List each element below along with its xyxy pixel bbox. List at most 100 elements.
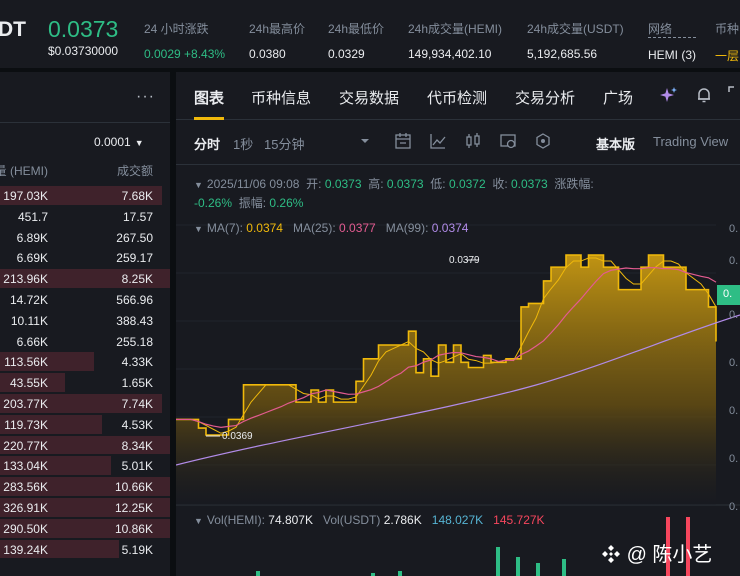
order-total: 388.43 — [116, 313, 153, 328]
order-amount: 6.66K — [16, 334, 48, 349]
order-book-row[interactable]: 197.03K 7.68K — [0, 185, 170, 206]
collapse-caret-icon[interactable]: ▼ — [194, 224, 203, 234]
order-book-row[interactable]: 43.55K 1.65K — [0, 372, 170, 393]
order-amount: 326.91K — [3, 500, 48, 515]
volume-bar — [398, 571, 402, 576]
order-amount: 203.77K — [3, 396, 48, 411]
timeframe-line[interactable]: 分时 — [194, 134, 220, 153]
tab-square[interactable]: 广场 — [603, 87, 633, 108]
collapse-caret-icon[interactable]: ▼ — [194, 180, 203, 190]
tab-token-check[interactable]: 代币检测 — [427, 87, 487, 108]
last-price: 0.0373 — [48, 16, 119, 42]
timeframe-dropdown-icon[interactable] — [360, 137, 370, 145]
order-book-row[interactable]: 220.77K 8.34K — [0, 435, 170, 456]
candlestick-icon[interactable] — [464, 132, 482, 150]
order-amount: 43.55K — [9, 376, 48, 391]
order-amount: 119.73K — [4, 417, 48, 432]
tab-chart[interactable]: 图表 — [194, 87, 224, 108]
fullscreen-icon[interactable] — [728, 86, 740, 104]
tab-trade-analysis[interactable]: 交易分析 — [515, 87, 575, 108]
order-book-row[interactable]: 6.69K 259.17 — [0, 247, 170, 268]
timeframe-1s[interactable]: 1秒 — [233, 134, 253, 153]
stat-network[interactable]: 网络 HEMI (3) — [648, 20, 696, 62]
order-book-row[interactable]: 119.73K 4.53K — [0, 414, 170, 435]
order-amount: 290.50K — [3, 521, 48, 536]
y-axis-label: 0. — [729, 501, 739, 513]
order-total: 8.34K — [121, 438, 153, 453]
precision-select[interactable]: 0.0001 ▼ — [94, 135, 144, 149]
volume-bar — [562, 559, 566, 576]
trading-pair[interactable]: DT — [0, 18, 26, 42]
order-book-row[interactable]: 139.24K 5.19K — [0, 539, 170, 560]
order-total: 8.25K — [121, 272, 153, 287]
current-price-tag: 0. — [717, 285, 740, 305]
author-watermark: @ 陈小艺 — [601, 538, 712, 567]
volume-bar — [496, 547, 500, 576]
volume-legend: ▼ Vol(HEMI): 74.807K Vol(USDT) 2.786K 148… — [194, 513, 545, 527]
hexagon-settings-icon[interactable] — [534, 132, 552, 150]
order-total: 7.68K — [121, 189, 153, 203]
order-book-row[interactable]: 290.50K 10.86K — [0, 518, 170, 539]
order-total: 259.17 — [116, 251, 153, 266]
bell-icon[interactable] — [695, 86, 713, 104]
order-total: 12.25K — [114, 500, 153, 515]
order-total: 255.18 — [116, 334, 153, 349]
ticker-header: DT 0.0373 $0.03730000 24 小时涨跌 0.0029 +8.… — [0, 0, 740, 68]
order-book-row[interactable]: 6.89K 267.50 — [0, 227, 170, 248]
order-amount: 197.03K — [3, 189, 48, 203]
chart-toolbar: 分时 1秒 15分钟 基本版 Trading View — [176, 120, 740, 164]
collapse-caret-icon[interactable]: ▼ — [194, 516, 203, 526]
order-book-row[interactable]: 10.11K 388.43 — [0, 310, 170, 331]
last-price-usd: $0.03730000 — [48, 44, 119, 58]
panel-tabs: 图表 币种信息 交易数据 代币检测 交易分析 广场 — [176, 72, 740, 120]
order-amount: 14.72K — [9, 292, 48, 307]
order-book-row[interactable]: 113.56K 4.33K — [0, 351, 170, 372]
order-total: 5.01K — [121, 459, 153, 474]
stat-24h-high: 24h最高价 0.0380 — [249, 22, 306, 61]
stat-token-tag[interactable]: 币种 一层 — [715, 20, 739, 64]
order-total: 4.53K — [121, 417, 153, 432]
order-book-row[interactable]: 326.91K 12.25K — [0, 497, 170, 518]
ohlc-legend: ▼ 2025/11/06 09:08 开: 0.0373 高: 0.0373 低:… — [194, 177, 594, 210]
order-total: 566.96 — [116, 292, 153, 307]
order-book-rows: 197.03K 7.68K 451.7 17.57 6.89K 267.50 6.69K 25… — [0, 185, 170, 559]
order-total: 7.74K — [121, 396, 153, 411]
order-book-row[interactable]: 133.04K 5.01K — [0, 455, 170, 476]
basic-view-toggle[interactable]: 基本版 — [596, 134, 635, 153]
calendar-indicator-icon[interactable] — [394, 132, 412, 150]
order-book-row[interactable]: 203.77K 7.74K — [0, 393, 170, 414]
volume-bar — [516, 557, 520, 576]
binance-logo-icon — [602, 545, 620, 563]
order-total: 10.86K — [114, 521, 153, 536]
line-drawing-icon[interactable] — [429, 132, 447, 150]
low-price-tag: 0.0369 — [222, 431, 253, 442]
chart-settings-icon[interactable] — [499, 132, 517, 150]
order-book-row[interactable]: 283.56K 10.66K — [0, 476, 170, 497]
tradingview-toggle[interactable]: Trading View — [653, 134, 728, 149]
price-chart[interactable]: ▼ 2025/11/06 09:08 开: 0.0373 高: 0.0373 低:… — [176, 164, 740, 576]
order-book-row[interactable]: 451.7 17.57 — [0, 206, 170, 227]
stat-24h-volume-quote: 24h成交量(USDT) 5,192,685.56 — [527, 22, 624, 61]
y-axis-label: 0. — [729, 223, 739, 235]
order-book-row[interactable]: 213.96K 8.25K — [0, 268, 170, 289]
order-total: 17.57 — [122, 209, 153, 224]
order-amount: 451.7 — [17, 209, 48, 224]
ai-sparkle-icon[interactable] — [660, 86, 678, 104]
tab-trade-data[interactable]: 交易数据 — [339, 87, 399, 108]
timeframe-15m[interactable]: 15分钟 — [264, 134, 304, 153]
tab-token-info[interactable]: 币种信息 — [251, 87, 311, 108]
stat-24h-change: 24 小时涨跌 0.0029 +8.43% — [144, 22, 226, 61]
order-book-row[interactable]: 6.66K 255.18 — [0, 331, 170, 352]
order-total: 5.19K — [121, 542, 153, 557]
caret-down-icon: ▼ — [134, 138, 144, 148]
more-options-icon[interactable]: ··· — [136, 88, 155, 106]
order-total: 10.66K — [114, 480, 153, 495]
y-axis-label: 0. — [729, 405, 739, 417]
order-amount: 133.04K — [3, 459, 48, 474]
order-total: 4.33K — [121, 355, 153, 370]
high-price-tag: 0.0379 — [449, 255, 480, 266]
order-amount: 283.56K — [3, 480, 48, 495]
order-book-row[interactable]: 14.72K 566.96 — [0, 289, 170, 310]
divider — [0, 122, 170, 123]
volume-bar — [536, 563, 540, 576]
